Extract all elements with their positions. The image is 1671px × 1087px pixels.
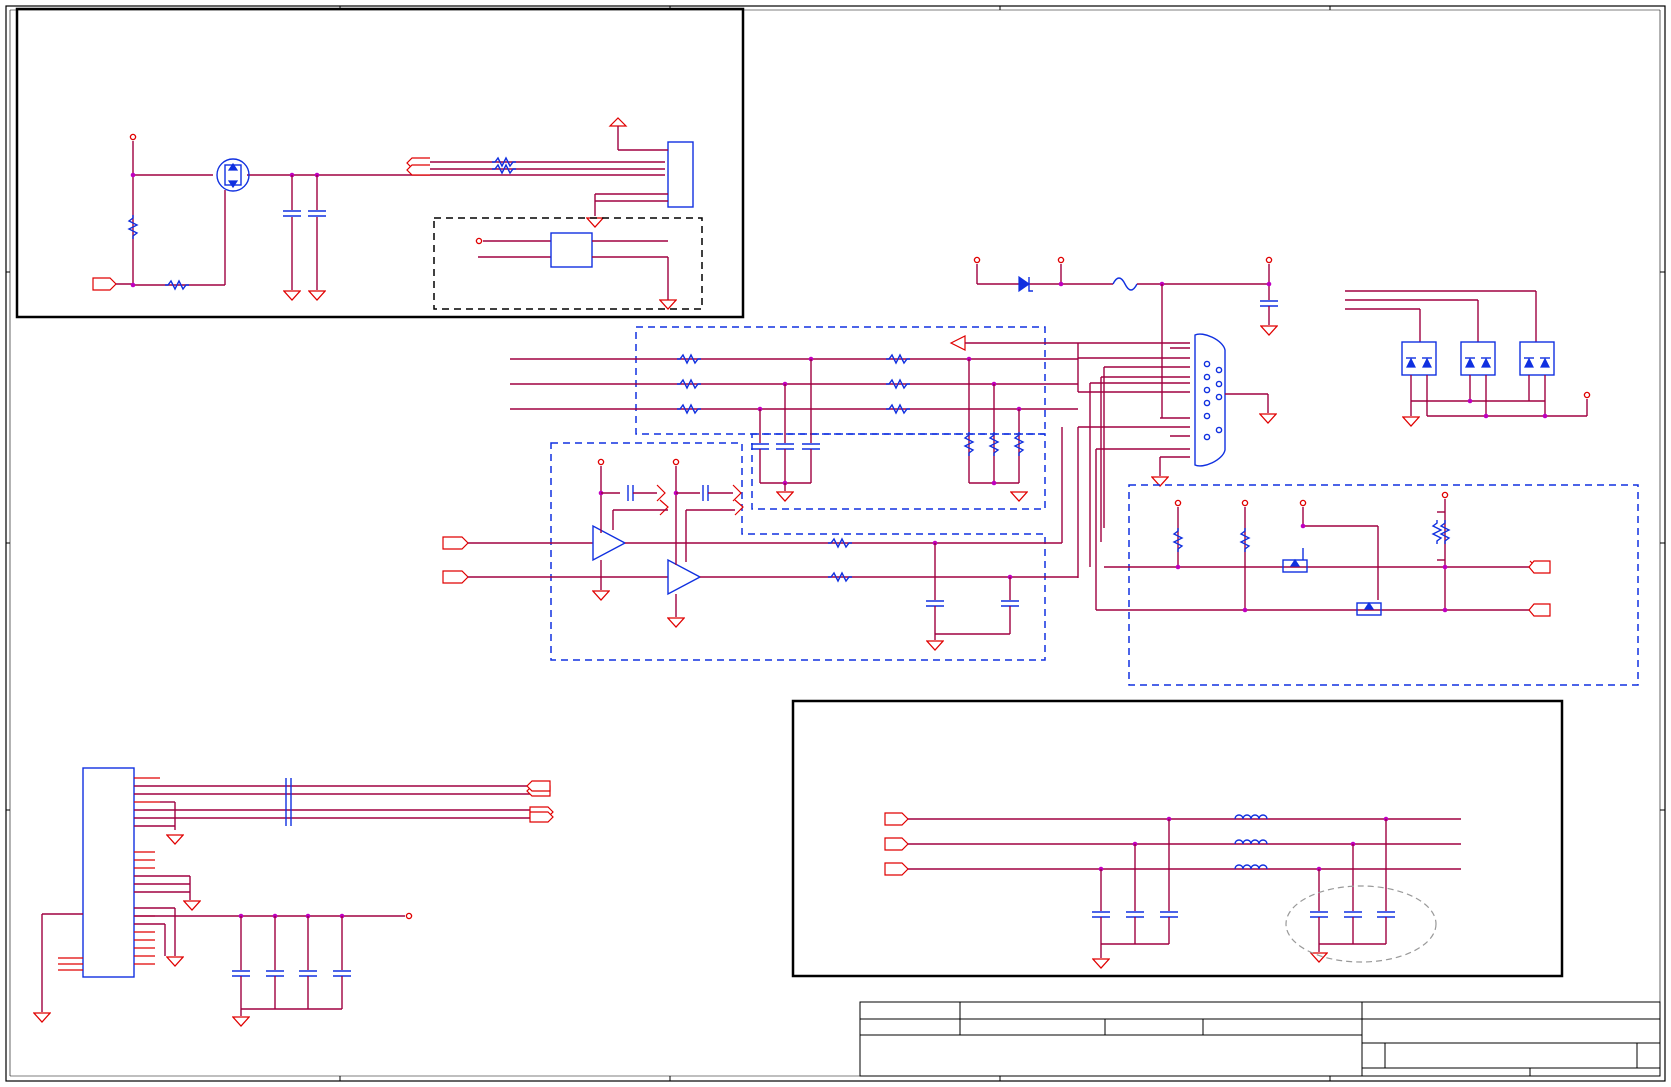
regulator-ic: [550, 232, 593, 268]
connector-header-top: [667, 141, 694, 208]
tvs-array-icon: [1401, 341, 1437, 376]
tvs-array-icon: [1519, 341, 1555, 376]
fuse-icon: [1112, 277, 1138, 291]
d-sub-wiring: [1077, 342, 1190, 610]
schematic-canvas: [5, 5, 1666, 1082]
mosfet-icon: [1356, 601, 1382, 616]
resistor-icon: [127, 215, 139, 239]
lc-filter-block: [791, 699, 1564, 978]
tvs-array-icon: [1460, 341, 1496, 376]
resistor-icon: [165, 279, 189, 291]
tvs-array-block: [1345, 290, 1591, 427]
mosfet-icon: [216, 158, 250, 192]
capacitor-icon: [283, 210, 301, 217]
highlight-ellipse: [1285, 885, 1437, 963]
op-amp-icon: [592, 524, 627, 562]
level-shifter-block: [1096, 484, 1639, 686]
d-sub-connector-icon: [1194, 333, 1277, 467]
resistor-icon: [677, 353, 701, 365]
bottom-left-connector-block: [33, 767, 554, 1027]
title-block: [859, 1001, 1661, 1077]
filter-block: [510, 326, 1078, 510]
mosfet-icon: [1282, 548, 1308, 573]
op-amp-icon: [667, 558, 702, 596]
power-input-block: [15, 7, 745, 319]
capacitor-icon: [308, 210, 326, 217]
port-icon: [442, 536, 469, 550]
connector-header-left: [82, 767, 135, 978]
capacitor-icon: [751, 443, 769, 450]
port-icon: [92, 277, 117, 291]
